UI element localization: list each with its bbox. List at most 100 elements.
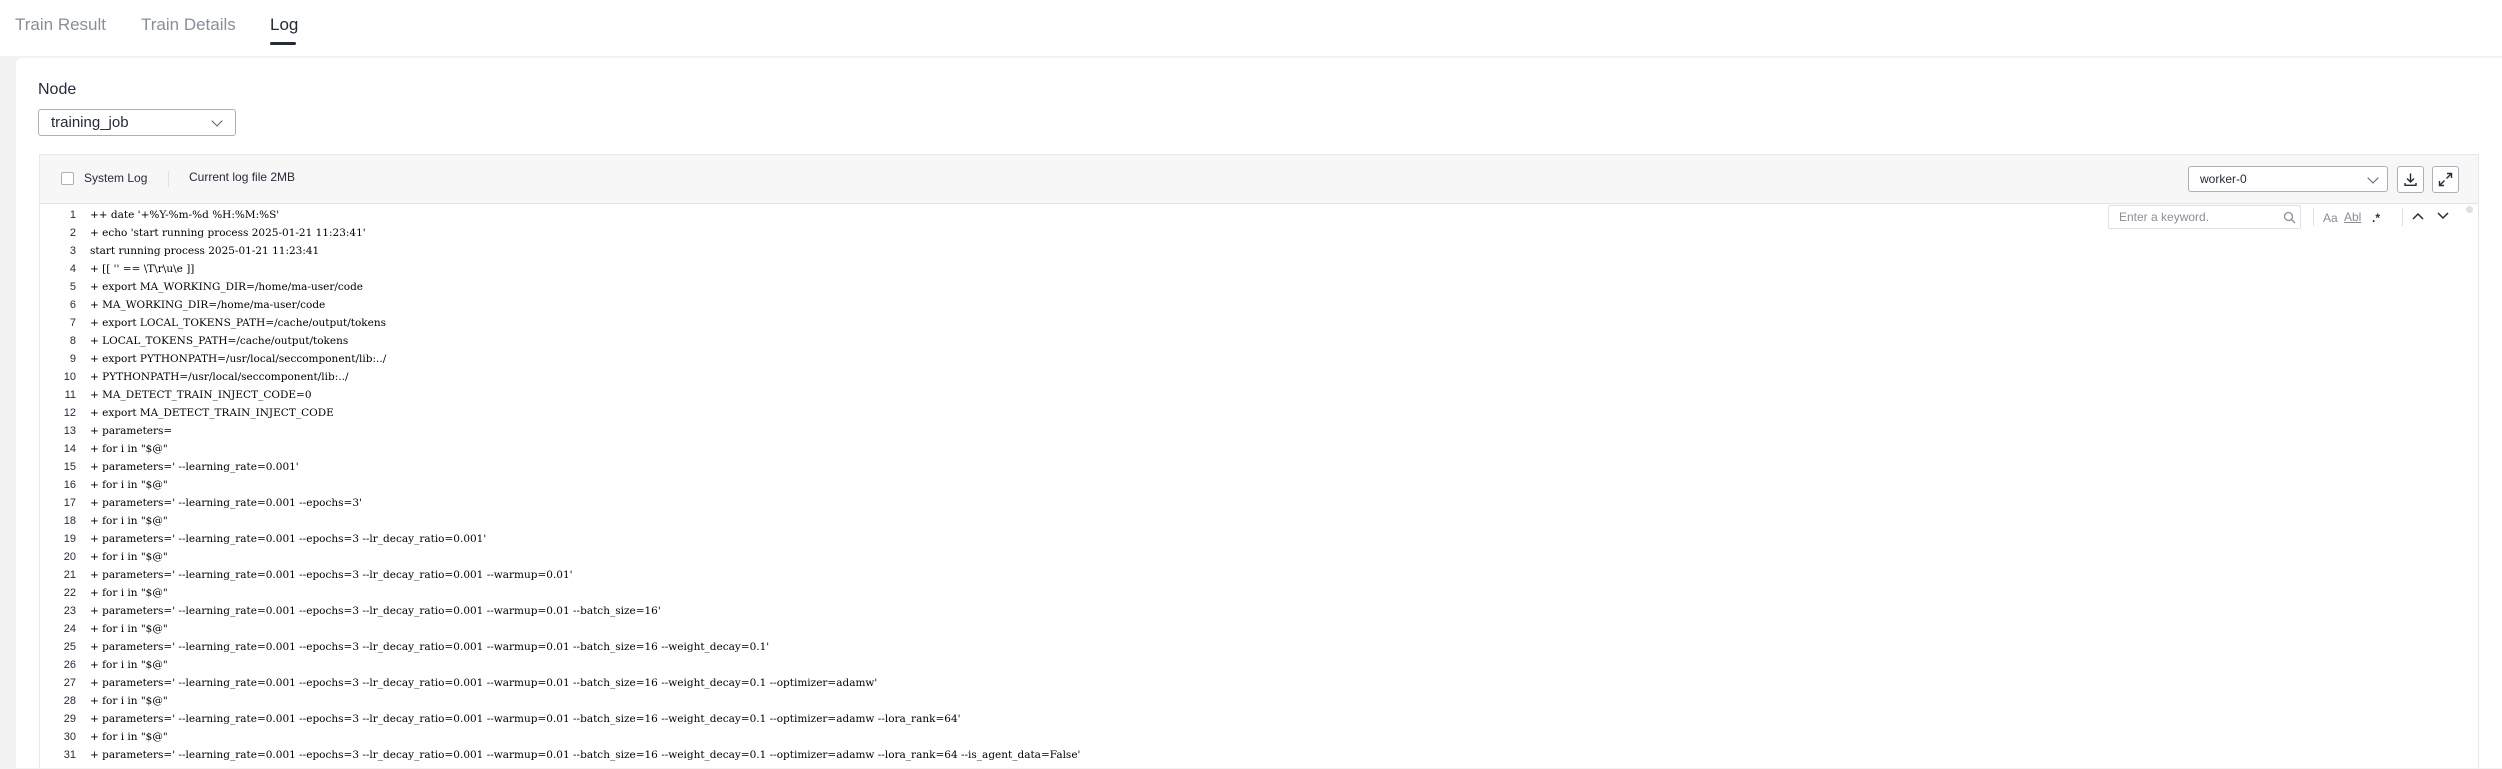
fullscreen-button[interactable] <box>2432 166 2459 193</box>
log-line-text: + parameters=' --learning_rate=0.001 --e… <box>90 569 573 581</box>
find-input[interactable] <box>2119 209 2269 225</box>
log-line-text: + PYTHONPATH=/usr/local/seccomponent/lib… <box>90 371 349 383</box>
log-line: 17 + parameters=' --learning_rate=0.001 -… <box>40 494 2140 512</box>
log-line-text: + [[ '' == \T\r\u\e ]] <box>90 263 195 275</box>
log-line: 16 + for i in "$@" <box>40 476 2140 494</box>
line-number: 18 <box>63 515 76 527</box>
log-line: 30 + for i in "$@" <box>40 728 2140 746</box>
log-line: 21 + parameters=' --learning_rate=0.001 -… <box>40 566 2140 584</box>
line-number: 10 <box>63 371 76 383</box>
log-line: 12 + export MA_DETECT_TRAIN_INJECT_CODE <box>40 404 2140 422</box>
log-line: 6 + MA_WORKING_DIR=/home/ma-user/code <box>40 296 2140 314</box>
line-number: 14 <box>63 443 76 455</box>
log-line: 26 + for i in "$@" <box>40 656 2140 674</box>
line-number: 31 <box>63 749 76 761</box>
line-number: 23 <box>63 605 76 617</box>
log-line-text: + LOCAL_TOKENS_PATH=/cache/output/tokens <box>90 335 349 347</box>
log-line: 23 + parameters=' --learning_rate=0.001 -… <box>40 602 2140 620</box>
system-log-checkbox[interactable] <box>61 172 74 185</box>
chevron-down-icon <box>2367 172 2379 184</box>
node-select-value: training_job <box>51 114 129 131</box>
log-line: 3 start running process 2025-01-21 11:23:… <box>40 242 2140 260</box>
line-number: 21 <box>63 569 76 581</box>
log-line-text: + parameters=' --learning_rate=0.001 --e… <box>90 497 362 509</box>
log-line-text: + export LOCAL_TOKENS_PATH=/cache/output… <box>90 317 387 329</box>
line-number: 3 <box>69 245 76 257</box>
node-label: Node <box>38 81 77 98</box>
log-line-text: + for i in "$@" <box>90 659 168 671</box>
log-line-text: + for i in "$@" <box>90 587 168 599</box>
log-line: 27 + parameters=' --learning_rate=0.001 -… <box>40 674 2140 692</box>
toolbar-divider <box>168 171 169 187</box>
log-line: 29 + parameters=' --learning_rate=0.001 -… <box>40 710 2140 728</box>
line-number: 6 <box>69 299 76 311</box>
log-line: 18 + for i in "$@" <box>40 512 2140 530</box>
log-line: 28 + for i in "$@" <box>40 692 2140 710</box>
active-tab-indicator <box>270 42 296 45</box>
log-line-text: + parameters=' --learning_rate=0.001' <box>90 461 299 473</box>
previous-match-icon[interactable] <box>2411 211 2425 221</box>
log-line: 25 + parameters=' --learning_rate=0.001 -… <box>40 638 2140 656</box>
worker-select-value: worker-0 <box>2200 172 2247 186</box>
log-line: 13 + parameters= <box>40 422 2140 440</box>
find-divider <box>2313 208 2314 226</box>
log-line: 10 + PYTHONPATH=/usr/local/seccomponent/l… <box>40 368 2140 386</box>
log-line: 31 + parameters=' --learning_rate=0.001 -… <box>40 746 2140 764</box>
log-line: 14 + for i in "$@" <box>40 440 2140 458</box>
search-icon[interactable] <box>2283 211 2296 224</box>
match-whole-word-toggle[interactable]: Abl <box>2344 210 2361 224</box>
log-line-text: + parameters=' --learning_rate=0.001 --e… <box>90 677 878 689</box>
system-log-label[interactable]: System Log <box>84 171 147 186</box>
node-select[interactable]: training_job <box>38 109 236 136</box>
line-number: 12 <box>63 407 76 419</box>
match-case-toggle[interactable]: Aa <box>2323 211 2338 225</box>
log-line-text: + parameters= <box>90 425 173 437</box>
line-number: 16 <box>63 479 76 491</box>
line-number: 17 <box>63 497 76 509</box>
log-line-text: + for i in "$@" <box>90 551 168 563</box>
line-number: 7 <box>69 317 76 329</box>
log-line: 19 + parameters=' --learning_rate=0.001 -… <box>40 530 2140 548</box>
scrollbar-thumb[interactable] <box>2466 206 2473 213</box>
tab-train-result[interactable]: Train Result <box>15 14 106 36</box>
tab-log[interactable]: Log <box>270 14 298 36</box>
log-line: 11 + MA_DETECT_TRAIN_INJECT_CODE=0 <box>40 386 2140 404</box>
current-log-size: Current log file 2MB <box>189 170 296 184</box>
log-line-text: + export MA_WORKING_DIR=/home/ma-user/co… <box>90 281 364 293</box>
line-number: 26 <box>63 659 76 671</box>
regex-toggle[interactable]: .* <box>2372 211 2380 225</box>
log-line-text: + MA_WORKING_DIR=/home/ma-user/code <box>90 299 326 311</box>
log-line-text: + MA_DETECT_TRAIN_INJECT_CODE=0 <box>90 389 312 401</box>
log-line: 9 + export PYTHONPATH=/usr/local/seccompo… <box>40 350 2140 368</box>
line-number: 19 <box>63 533 76 545</box>
find-divider <box>2402 208 2403 226</box>
tab-train-details[interactable]: Train Details <box>141 14 236 36</box>
download-icon <box>2404 173 2417 186</box>
fullscreen-icon <box>2438 172 2453 187</box>
log-line-text: + for i in "$@" <box>90 731 168 743</box>
log-line: 15 + parameters=' --learning_rate=0.001' <box>40 458 2140 476</box>
line-number: 24 <box>63 623 76 635</box>
log-line: 1 ++ date '+%Y-%m-%d %H:%M:%S' <box>40 206 2140 224</box>
line-number: 4 <box>69 263 76 275</box>
next-match-icon[interactable] <box>2436 211 2450 221</box>
log-line: 20 + for i in "$@" <box>40 548 2140 566</box>
log-line: 4 + [[ '' == \T\r\u\e ]] <box>40 260 2140 278</box>
line-number: 30 <box>63 731 76 743</box>
line-number: 27 <box>63 677 76 689</box>
log-line-text: + parameters=' --learning_rate=0.001 --e… <box>90 533 487 545</box>
line-number: 11 <box>64 389 76 401</box>
find-widget <box>2108 205 2301 229</box>
log-line-text: + for i in "$@" <box>90 515 168 527</box>
log-toolbar: System Log Current log file 2MB worker-0 <box>40 155 2478 204</box>
line-number: 28 <box>63 695 76 707</box>
log-line: 7 + export LOCAL_TOKENS_PATH=/cache/outpu… <box>40 314 2140 332</box>
line-number: 15 <box>63 461 76 473</box>
log-viewer: System Log Current log file 2MB worker-0… <box>39 154 2479 768</box>
worker-select[interactable]: worker-0 <box>2188 166 2388 192</box>
log-content[interactable]: 1 ++ date '+%Y-%m-%d %H:%M:%S' 2 + echo 'st… <box>40 204 2478 769</box>
line-number: 13 <box>63 425 76 437</box>
download-button[interactable] <box>2397 166 2424 193</box>
line-number: 2 <box>69 227 76 239</box>
log-line-text: start running process 2025-01-21 11:23:4… <box>90 245 320 257</box>
